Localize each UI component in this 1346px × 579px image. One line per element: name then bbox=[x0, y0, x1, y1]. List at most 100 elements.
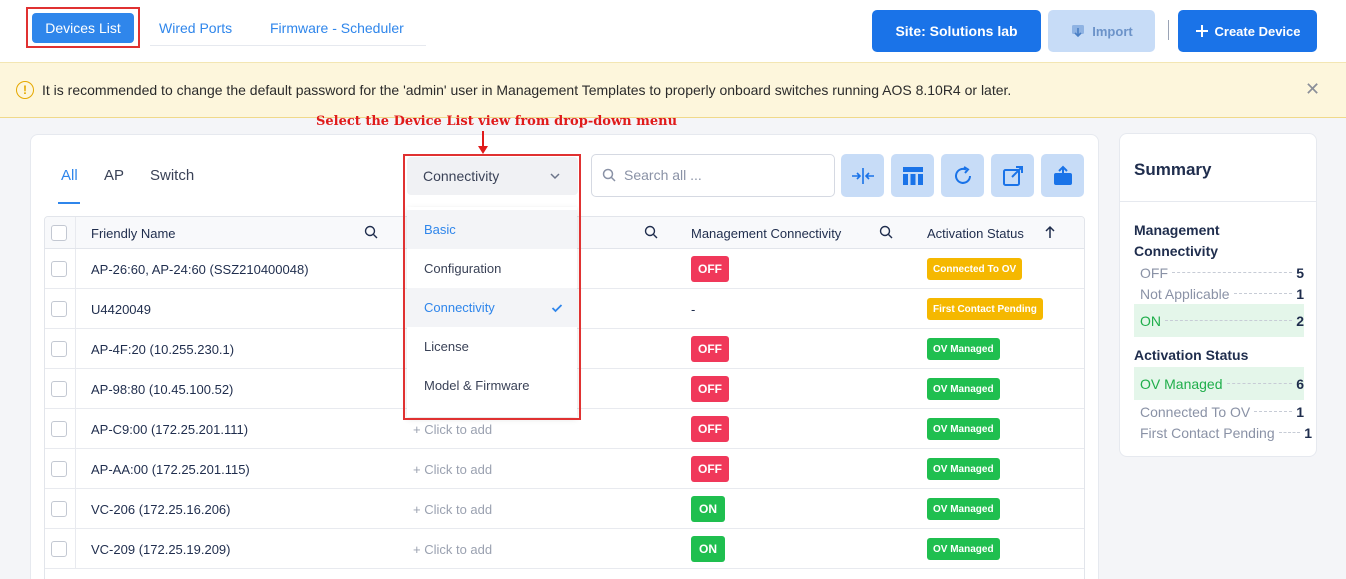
summary-label: OFF bbox=[1140, 264, 1168, 281]
summary-count: 1 bbox=[1296, 285, 1304, 302]
row-checkbox[interactable] bbox=[51, 541, 67, 557]
column-separator bbox=[75, 329, 76, 368]
warning-circle-icon: ! bbox=[16, 81, 34, 99]
active-tab-underline bbox=[58, 202, 80, 204]
mgmt-status-badge: OFF bbox=[691, 456, 729, 482]
export-button[interactable] bbox=[1041, 154, 1084, 197]
device-name[interactable]: AP-4F:20 (10.255.230.1) bbox=[91, 342, 234, 357]
column-separator bbox=[75, 409, 76, 448]
table-row[interactable]: VC-206 (172.25.16.206) + Click to add ON… bbox=[45, 489, 1084, 529]
column-separator bbox=[75, 369, 76, 408]
summary-count: 2 bbox=[1296, 312, 1304, 329]
open-external-button[interactable] bbox=[991, 154, 1034, 197]
row-checkbox[interactable] bbox=[51, 461, 67, 477]
table-row[interactable]: VC-209 (172.25.19.209) + Click to add ON… bbox=[45, 529, 1084, 569]
row-checkbox[interactable] bbox=[51, 341, 67, 357]
external-link-icon bbox=[1002, 165, 1023, 186]
column-separator bbox=[75, 289, 76, 328]
device-name[interactable]: AP-98:80 (10.45.100.52) bbox=[91, 382, 233, 397]
column-separator bbox=[75, 529, 76, 568]
search-input[interactable] bbox=[624, 167, 824, 183]
top-navigation-bar: Devices List Wired Ports Firmware - Sche… bbox=[0, 0, 1346, 62]
search-icon[interactable] bbox=[644, 225, 658, 239]
summary-row-on[interactable]: ON 2 bbox=[1134, 304, 1304, 337]
summary-label: Not Applicable bbox=[1140, 285, 1230, 302]
dotted-leader bbox=[1172, 272, 1293, 273]
header-management-connectivity[interactable]: Management Connectivity bbox=[691, 226, 841, 241]
create-device-button[interactable]: Create Device bbox=[1178, 10, 1317, 52]
mgmt-status-badge: OFF bbox=[691, 416, 729, 442]
filter-tab-all[interactable]: All bbox=[61, 167, 78, 184]
mgmt-status-badge: ON bbox=[691, 536, 725, 562]
sort-ascending-icon[interactable] bbox=[1043, 225, 1057, 239]
close-icon[interactable]: ✕ bbox=[1305, 79, 1320, 100]
click-to-add-link[interactable]: + Click to add bbox=[413, 462, 492, 477]
row-checkbox[interactable] bbox=[51, 381, 67, 397]
banner-message: It is recommended to change the default … bbox=[42, 82, 1012, 98]
activation-status-badge: Connected To OV bbox=[927, 258, 1023, 280]
refresh-button[interactable] bbox=[941, 154, 984, 197]
collapse-columns-button[interactable] bbox=[841, 154, 884, 197]
row-checkbox[interactable] bbox=[51, 301, 67, 317]
filter-tab-switch[interactable]: Switch bbox=[150, 167, 194, 184]
mgmt-status-badge: OFF bbox=[691, 256, 729, 282]
search-icon[interactable] bbox=[879, 225, 893, 239]
dotted-leader bbox=[1165, 320, 1293, 321]
summary-count: 6 bbox=[1296, 375, 1304, 392]
click-to-add-link[interactable]: + Click to add bbox=[413, 502, 492, 517]
annotation-text: Select the Device List view from drop-do… bbox=[316, 114, 678, 129]
summary-row-not-applicable[interactable]: Not Applicable 1 bbox=[1134, 283, 1304, 304]
header-activation-status[interactable]: Activation Status bbox=[927, 226, 1024, 241]
row-checkbox[interactable] bbox=[51, 501, 67, 517]
device-name[interactable]: VC-209 (172.25.19.209) bbox=[91, 542, 230, 557]
summary-label: Connected To OV bbox=[1140, 403, 1251, 420]
search-box[interactable] bbox=[591, 154, 835, 197]
site-selector-button[interactable]: Site: Solutions lab bbox=[872, 10, 1041, 52]
header-separator bbox=[1168, 20, 1169, 40]
click-to-add-link[interactable]: + Click to add bbox=[413, 542, 492, 557]
import-label: Import bbox=[1092, 23, 1133, 39]
summary-label: First Contact Pending bbox=[1140, 424, 1275, 441]
dotted-leader bbox=[1278, 432, 1301, 433]
device-name[interactable]: AP-26:60, AP-24:60 (SSZ210400048) bbox=[91, 262, 309, 277]
summary-row-off[interactable]: OFF 5 bbox=[1134, 262, 1304, 283]
summary-count: 1 bbox=[1304, 424, 1312, 441]
import-button[interactable]: Import bbox=[1048, 10, 1155, 52]
summary-label: OV Managed bbox=[1140, 375, 1223, 392]
activation-status-badge: First Contact Pending bbox=[927, 298, 1043, 320]
select-all-checkbox[interactable] bbox=[51, 225, 67, 241]
create-device-label: Create Device bbox=[1214, 23, 1301, 39]
activation-status-badge: OV Managed bbox=[927, 458, 1000, 480]
row-checkbox[interactable] bbox=[51, 261, 67, 277]
activation-status-heading: Activation Status bbox=[1134, 347, 1249, 363]
header-friendly-name[interactable]: Friendly Name bbox=[91, 226, 176, 241]
column-separator bbox=[75, 249, 76, 288]
tab-wired-ports[interactable]: Wired Ports bbox=[159, 20, 232, 36]
summary-count: 5 bbox=[1296, 264, 1304, 281]
mgmt-status-empty: - bbox=[691, 302, 696, 317]
tab-firmware-scheduler[interactable]: Firmware - Scheduler bbox=[270, 20, 404, 36]
summary-row-connected-to-ov[interactable]: Connected To OV 1 bbox=[1134, 401, 1304, 422]
device-name[interactable]: U4420049 bbox=[91, 302, 151, 317]
mgmt-status-badge: ON bbox=[691, 496, 725, 522]
filter-tab-ap[interactable]: AP bbox=[104, 167, 124, 184]
summary-title: Summary bbox=[1134, 160, 1212, 179]
search-icon[interactable] bbox=[364, 225, 378, 239]
table-columns-button[interactable] bbox=[891, 154, 934, 197]
column-separator bbox=[75, 449, 76, 488]
summary-row-ov-managed[interactable]: OV Managed 6 bbox=[1134, 367, 1304, 400]
import-icon bbox=[1072, 25, 1085, 38]
summary-divider bbox=[1120, 201, 1316, 202]
device-name[interactable]: AP-C9:00 (172.25.201.111) bbox=[91, 422, 248, 437]
summary-row-first-contact-pending[interactable]: First Contact Pending 1 bbox=[1134, 422, 1312, 443]
activation-status-badge: OV Managed bbox=[927, 538, 1000, 560]
device-name[interactable]: VC-206 (172.25.16.206) bbox=[91, 502, 230, 517]
table-row[interactable]: AP-AA:00 (172.25.201.115) + Click to add… bbox=[45, 449, 1084, 489]
mgmt-connectivity-heading: Management Connectivity bbox=[1134, 220, 1220, 262]
dotted-leader bbox=[1233, 293, 1293, 294]
tab-devices-list[interactable]: Devices List bbox=[32, 13, 134, 43]
click-to-add-link[interactable]: + Click to add bbox=[413, 422, 492, 437]
device-name[interactable]: AP-AA:00 (172.25.201.115) bbox=[91, 462, 250, 477]
tabs-underline bbox=[150, 45, 426, 46]
row-checkbox[interactable] bbox=[51, 421, 67, 437]
